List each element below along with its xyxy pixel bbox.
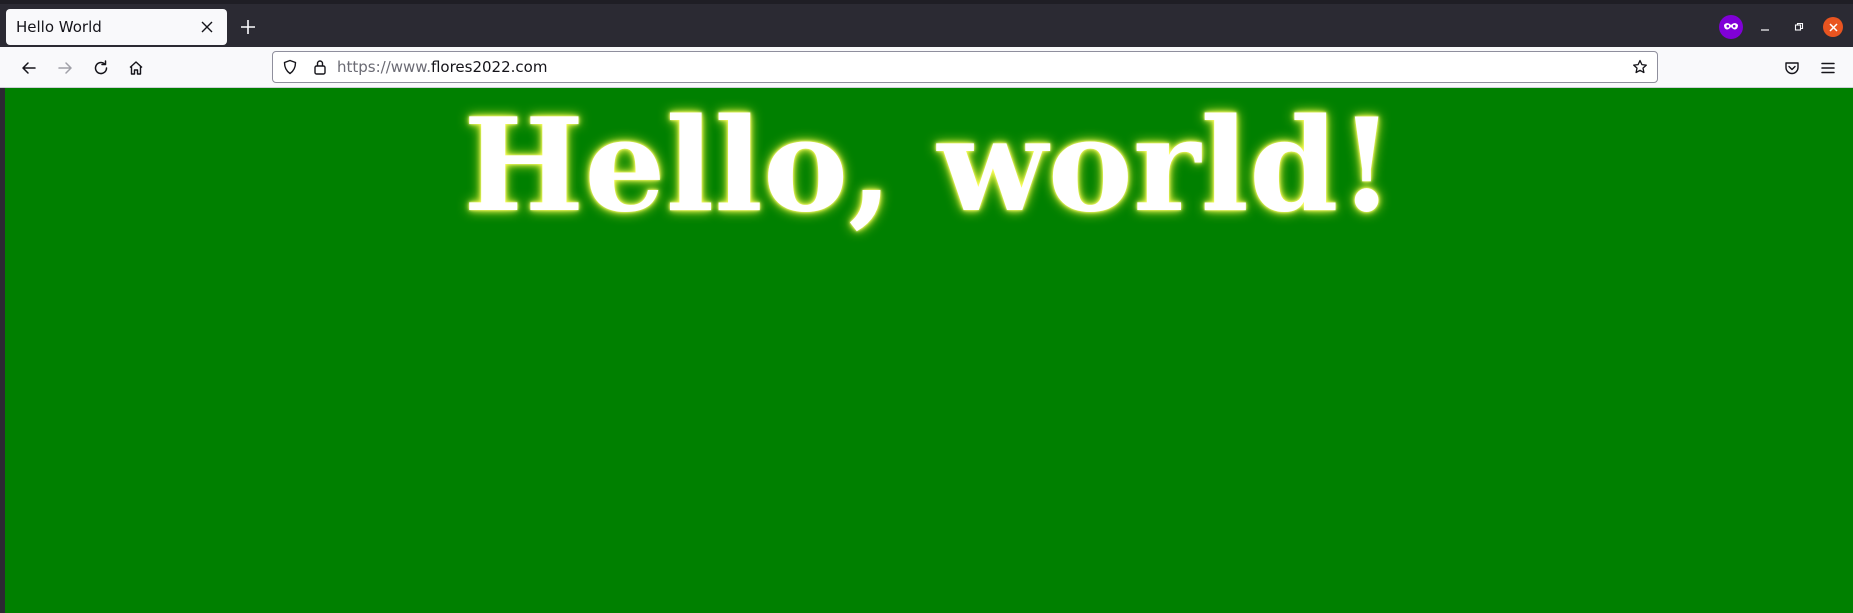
tab-hello-world[interactable]: Hello World xyxy=(6,9,227,45)
forward-arrow-icon[interactable] xyxy=(50,53,80,83)
private-browsing-icon xyxy=(1719,15,1743,39)
window-controls xyxy=(1709,15,1845,39)
plus-icon[interactable] xyxy=(236,15,260,39)
url-text[interactable]: https://www.flores2022.com xyxy=(337,58,1627,76)
close-icon[interactable] xyxy=(195,15,219,39)
hamburger-menu-icon[interactable] xyxy=(1813,53,1843,83)
star-icon[interactable] xyxy=(1627,54,1653,80)
restore-icon[interactable] xyxy=(1787,15,1811,39)
tab-title: Hello World xyxy=(16,18,102,36)
window-close-icon[interactable] xyxy=(1821,15,1845,39)
pocket-icon[interactable] xyxy=(1777,53,1807,83)
url-domain: flores2022.com xyxy=(430,58,548,76)
home-icon[interactable] xyxy=(121,53,151,83)
url-prefix: https://www. xyxy=(337,58,431,76)
browser-window: Hello World https://www.flores2022.com H… xyxy=(0,0,1853,613)
page-content: Hello, world! xyxy=(5,88,1853,613)
lock-icon[interactable] xyxy=(307,54,333,80)
url-bar[interactable]: https://www.flores2022.com xyxy=(272,51,1658,83)
page-heading: Hello, world! xyxy=(463,91,1395,241)
minimize-icon[interactable] xyxy=(1753,15,1777,39)
tab-strip: Hello World xyxy=(0,0,1853,47)
shield-icon[interactable] xyxy=(277,54,303,80)
back-arrow-icon[interactable] xyxy=(14,53,44,83)
reload-icon[interactable] xyxy=(86,53,116,83)
navigation-toolbar: https://www.flores2022.com xyxy=(0,47,1853,88)
